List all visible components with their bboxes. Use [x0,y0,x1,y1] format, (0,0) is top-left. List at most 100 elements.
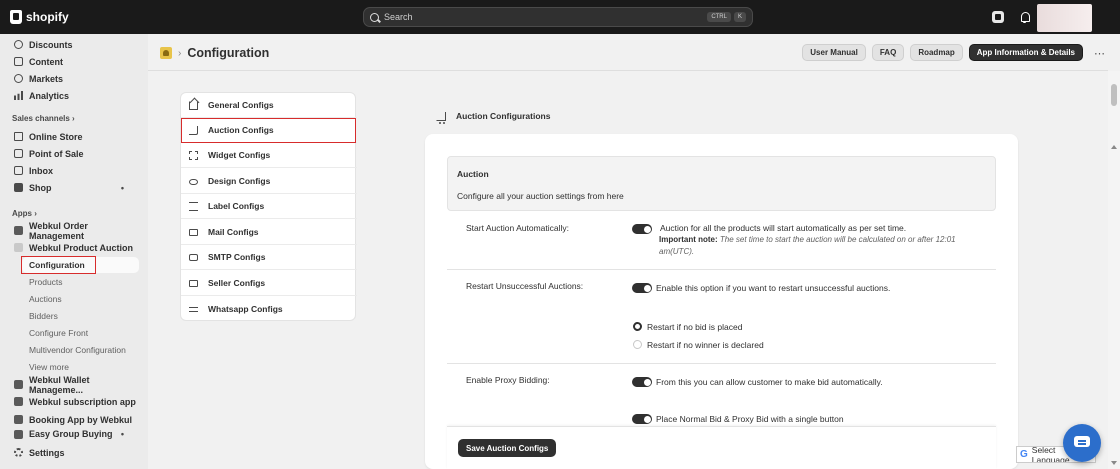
roadmap-button[interactable]: Roadmap [910,44,963,61]
sales-channels-label: Sales channels [12,114,70,123]
sidebar-item-label: Point of Sale [29,148,84,159]
more-dot-icon: • [120,182,124,193]
sidebar-item-markets[interactable]: Markets [8,70,140,87]
chat-icon[interactable] [1063,424,1101,462]
app-icon [14,397,23,406]
menu-label: General Configs [208,100,274,110]
shortcut-ctrl: CTRL [707,12,731,22]
sidebar-sub-auctions[interactable]: Auctions [22,291,139,307]
proxy-bidding-label: Enable Proxy Bidding: [466,375,550,385]
restart-no-winner-label: Restart if no winner is declared [647,340,764,350]
sidebar-item-point-of-sale[interactable]: Point of Sale [8,145,140,162]
user-manual-button[interactable]: User Manual [802,44,866,61]
apps-heading[interactable]: Apps › [12,209,37,218]
chevron-right-icon: › [72,114,75,123]
menu-smtp-configs[interactable]: SMTP Configs [181,245,357,270]
sidebar-item-webkul-order-management[interactable]: Webkul Order Management [8,221,140,241]
app-breadcrumb-icon[interactable] [160,47,172,59]
bell-icon[interactable] [1019,11,1031,23]
sidebar-item-label: Webkul Product Auction [29,242,134,253]
shopify-bag-icon [10,10,22,24]
smtp-icon [189,253,198,261]
restart-auction-text: Enable this option if you want to restar… [656,283,891,293]
top-bar: shopify Search CTRL K [0,0,1120,34]
sidebar-sub-view-more[interactable]: View more [22,359,139,375]
faq-button[interactable]: FAQ [871,44,905,61]
start-auction-toggle[interactable] [632,224,652,234]
scroll-up-arrow-icon[interactable] [1111,145,1117,149]
account-avatar[interactable] [1037,4,1092,32]
save-auction-configs-button[interactable]: Save Auction Configs [458,439,557,457]
store-icon[interactable] [992,11,1004,23]
gear-icon [14,448,23,457]
app-information-button[interactable]: App Information & Details [968,44,1083,61]
start-auction-label: Start Auction Automatically: [466,223,569,233]
pos-icon [14,149,23,158]
scroll-down-arrow-icon[interactable] [1111,461,1117,465]
analytics-icon [14,91,23,100]
page-title: Configuration [187,46,270,60]
discount-icon [14,40,23,49]
single-button-bid-text: Place Normal Bid & Proxy Bid with a sing… [656,414,844,424]
sidebar-item-webkul-subscription[interactable]: Webkul subscription app [8,393,140,410]
menu-general-configs[interactable]: General Configs [181,93,357,118]
menu-label-configs[interactable]: Label Configs [181,194,357,219]
sidebar-sub-products[interactable]: Products [22,274,139,290]
scroll-thumb[interactable] [1111,84,1117,106]
sidebar-item-analytics[interactable]: Analytics [8,87,140,104]
more-actions-icon[interactable]: ⋯ [1094,47,1106,60]
auction-box-description: Configure all your auction settings from… [457,191,624,201]
sidebar-item-webkul-product-auction[interactable]: Webkul Product Auction [8,239,140,256]
sidebar-sub-configure-front[interactable]: Configure Front [22,325,139,341]
header-divider [148,70,1108,71]
sidebar: Discounts Content Markets Analytics Sale… [0,34,148,469]
menu-seller-configs[interactable]: Seller Configs [181,271,357,296]
sidebar-item-label: Markets [29,73,64,84]
sidebar-item-booking-app[interactable]: Booking App by Webkul [8,411,140,428]
auction-config-panel: Auction Configure all your auction setti… [425,134,1018,469]
menu-whatsapp-configs[interactable]: Whatsapp Configs [181,296,357,321]
sidebar-item-online-store[interactable]: Online Store [8,128,140,145]
start-auction-text: Auction for all the products will start … [660,223,907,233]
restart-no-bid-label: Restart if no bid is placed [647,322,743,332]
globe-icon [14,74,23,83]
sales-channels-heading[interactable]: Sales channels › [12,114,75,123]
sidebar-item-content[interactable]: Content [8,53,140,70]
single-button-bid-toggle[interactable] [632,414,652,424]
eye-icon [189,178,198,185]
label-icon [189,201,198,211]
start-auction-note: Important note: The set time to start th… [659,234,989,258]
menu-widget-configs[interactable]: Widget Configs [181,143,357,168]
whatsapp-icon [189,307,198,312]
menu-mail-configs[interactable]: Mail Configs [181,220,357,245]
menu-design-configs[interactable]: Design Configs [181,169,357,194]
row-divider [447,269,996,270]
mail-icon [189,228,198,236]
online-store-icon [14,132,23,141]
restart-auction-toggle[interactable] [632,283,652,293]
sidebar-item-webkul-wallet[interactable]: Webkul Wallet Manageme... [8,374,140,395]
scrollbar[interactable] [1108,71,1120,469]
cart-icon [436,111,446,124]
breadcrumb: › Configuration [160,45,269,61]
sidebar-item-settings[interactable]: Settings [8,444,140,461]
restart-no-bid-radio[interactable] [633,322,642,331]
sidebar-item-inbox[interactable]: Inbox [8,162,140,179]
sidebar-item-label: Settings [29,447,65,458]
section-title: Auction Configurations [436,111,550,124]
search-bar[interactable]: Search CTRL K [363,7,753,27]
sidebar-item-easy-group-buying[interactable]: Easy Group Buying • [8,428,140,440]
sidebar-sub-multivendor-configuration[interactable]: Multivendor Configuration [22,342,139,358]
restart-no-winner-radio[interactable] [633,340,642,349]
sidebar-item-label: Shop [29,182,52,193]
sidebar-item-discounts[interactable]: Discounts [8,36,140,53]
shop-icon [14,183,23,192]
sidebar-item-label: Content [29,56,63,67]
sidebar-item-label: Webkul Wallet Manageme... [29,374,90,395]
proxy-bidding-toggle[interactable] [632,377,652,387]
sidebar-sub-bidders[interactable]: Bidders [22,308,139,324]
shopify-logo[interactable]: shopify [10,10,69,24]
google-icon: G [1020,449,1028,460]
sidebar-item-shop[interactable]: Shop • [8,179,140,196]
home-icon [189,100,198,110]
